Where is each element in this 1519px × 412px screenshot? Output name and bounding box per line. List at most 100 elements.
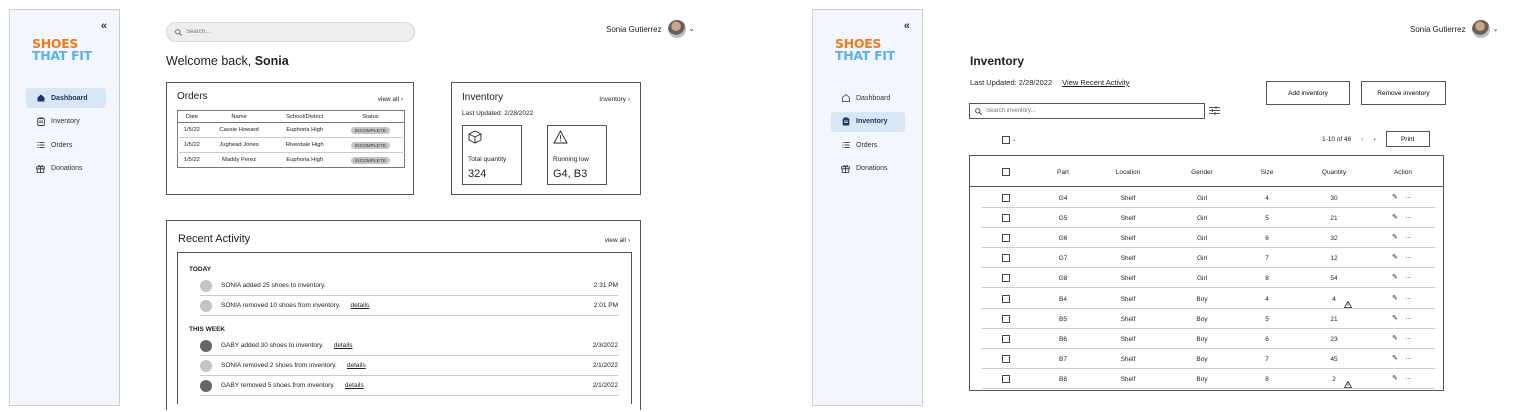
column-header[interactable]: Gender [1191,169,1213,176]
row-checkbox[interactable] [1002,354,1010,363]
edit-pencil-icon[interactable]: ✎ [1392,294,1398,302]
row-checkbox[interactable] [1002,254,1010,263]
filter-sliders-icon[interactable] [1209,103,1220,121]
bulk-select[interactable]: ⌄ [1002,136,1016,144]
brand-logo[interactable]: SHOES THAT FIT [32,37,112,62]
row-checkbox[interactable] [1002,214,1010,223]
next-page-icon[interactable]: › [1373,136,1375,143]
header-checkbox[interactable] [1002,168,1010,176]
edit-pencil-icon[interactable]: ✎ [1392,273,1398,281]
edit-pencil-icon[interactable]: ✎ [1392,334,1398,342]
column-header[interactable]: Quantity [1322,169,1346,176]
details-link[interactable]: details [350,302,369,309]
sidebar-item-donations[interactable]: Donations [26,159,106,179]
row-checkbox[interactable] [1002,234,1010,243]
sidebar-item-inventory[interactable]: Inventory [26,112,106,132]
edit-pencil-icon[interactable]: ✎ [1392,193,1398,201]
more-actions-icon[interactable]: … [1405,213,1412,220]
details-link[interactable]: details [345,382,364,389]
edit-pencil-icon[interactable]: ✎ [1392,354,1398,362]
table-row[interactable]: 1/5/22 Maddy Perez Euphoria High INCOMPL… [177,152,405,168]
add-inventory-button[interactable]: Add inventory [1266,81,1350,105]
search-input[interactable] [986,108,1186,114]
table-row[interactable]: G5 Shelf Girl 5 21 ✎… [970,208,1443,229]
table-row[interactable]: B6 Shelf Boy 6 23 ✎… [970,329,1443,349]
row-checkbox[interactable] [1002,294,1010,303]
more-actions-icon[interactable]: … [1405,193,1412,200]
activity-avatar [200,359,212,372]
prev-page-icon[interactable]: ‹ [1361,136,1363,143]
row-checkbox[interactable] [1002,374,1010,383]
select-all-checkbox[interactable] [1002,136,1010,144]
collapse-sidebar-button[interactable]: « [101,20,107,32]
table-row[interactable]: 1/5/22 Cassie Howard Euphoria High INCOM… [177,122,405,138]
sidebar-item-label: Donations [856,165,888,172]
column-header[interactable]: Part [1057,169,1069,176]
activity-view-all-link[interactable]: view all › [605,237,630,244]
edit-pencil-icon[interactable]: ✎ [1392,233,1398,241]
edit-pencil-icon[interactable]: ✎ [1392,213,1398,221]
view-recent-activity-link[interactable]: View Recent Activity [1062,78,1129,87]
column-header[interactable]: Location [1116,169,1141,176]
total-quantity-stat[interactable]: Total quantity 324 [462,125,522,185]
row-checkbox[interactable] [1002,194,1010,202]
more-actions-icon[interactable]: … [1405,314,1412,321]
more-actions-icon[interactable]: … [1405,294,1412,301]
gender-cell: Girl [1196,215,1208,223]
sidebar-item-orders[interactable]: Orders [26,135,106,155]
sidebar-item-donations[interactable]: Donations [831,159,905,179]
details-link[interactable]: details [334,342,353,349]
row-checkbox[interactable] [1002,314,1010,323]
sidebar-item-orders[interactable]: Orders [831,135,905,155]
table-row[interactable]: G8 Shelf Girl 8 54 ✎… [970,268,1443,289]
more-actions-icon[interactable]: … [1405,334,1412,341]
inventory-link[interactable]: Inventory › [599,96,630,103]
running-low-stat[interactable]: Running low G4, B3 [547,125,607,185]
table-row[interactable]: G7 Shelf Girl 7 12 ✎… [970,248,1443,269]
edit-pencil-icon[interactable]: ✎ [1392,253,1398,261]
table-row[interactable]: B4 Shelf Boy 4 4 ✎… [970,289,1443,309]
edit-pencil-icon[interactable]: ✎ [1392,314,1398,322]
sidebar-item-inventory[interactable]: Inventory [831,111,905,132]
table-row[interactable]: G6 Shelf Girl 6 32 ✎… [970,228,1443,249]
user-menu[interactable]: Sonia Gutierrez ⌄ [606,20,694,38]
column-header[interactable]: Size [1261,169,1274,176]
sidebar-item-dashboard[interactable]: Dashboard [26,88,106,108]
orders-view-all-link[interactable]: view all › [378,96,403,103]
more-actions-icon[interactable]: … [1405,374,1412,381]
pagination-range: 1-10 of 46 [1322,135,1352,143]
sidebar-item-dashboard[interactable]: Dashboard [831,88,905,108]
row-checkbox[interactable] [1002,334,1010,343]
details-link[interactable]: details [347,362,366,369]
inventory-title: Inventory [462,92,504,103]
inventory-table: Part Location Gender Size Quantity Actio… [969,155,1444,391]
edit-pencil-icon[interactable]: ✎ [1392,374,1398,382]
collapse-sidebar-button[interactable]: « [904,20,910,32]
user-menu[interactable]: Sonia Gutierrez ⌄ [1410,20,1498,38]
more-actions-icon[interactable]: … [1405,233,1412,240]
table-row[interactable]: 1/5/22 Jughead Jones Riverdale High INCO… [177,137,405,153]
user-name: Sonia Gutierrez [606,24,662,34]
sidebar-item-label: Dashboard [51,94,88,102]
table-row[interactable]: B5 Shelf Boy 5 21 ✎… [970,309,1443,329]
more-actions-icon[interactable]: … [1405,273,1412,280]
global-search[interactable] [166,22,415,42]
column-header[interactable]: Status [336,110,405,123]
more-actions-icon[interactable]: … [1405,253,1412,260]
column-header[interactable]: Action [1394,169,1412,176]
remove-inventory-button[interactable]: Remove inventory [1361,81,1446,105]
sidebar-item-label: Orders [856,141,878,149]
search-input[interactable] [186,29,386,35]
table-row[interactable]: B8 Shelf Boy 8 2 ✎… [970,369,1443,389]
column-header[interactable]: Name [205,110,273,123]
brand-logo[interactable]: SHOES THAT FIT [835,37,915,62]
table-row[interactable]: B7 Shelf Boy 7 45 ✎… [970,349,1443,369]
more-actions-icon[interactable]: … [1405,354,1412,361]
inventory-search[interactable] [969,103,1205,119]
table-row[interactable]: G4 Shelf Girl 4 30 ✎… [970,188,1443,208]
order-date: 1/5/22 [177,122,206,138]
row-checkbox[interactable] [1002,274,1010,283]
column-header[interactable]: School/District [272,110,337,123]
print-button[interactable]: Print [1385,131,1430,147]
column-header[interactable]: Date [177,110,206,123]
